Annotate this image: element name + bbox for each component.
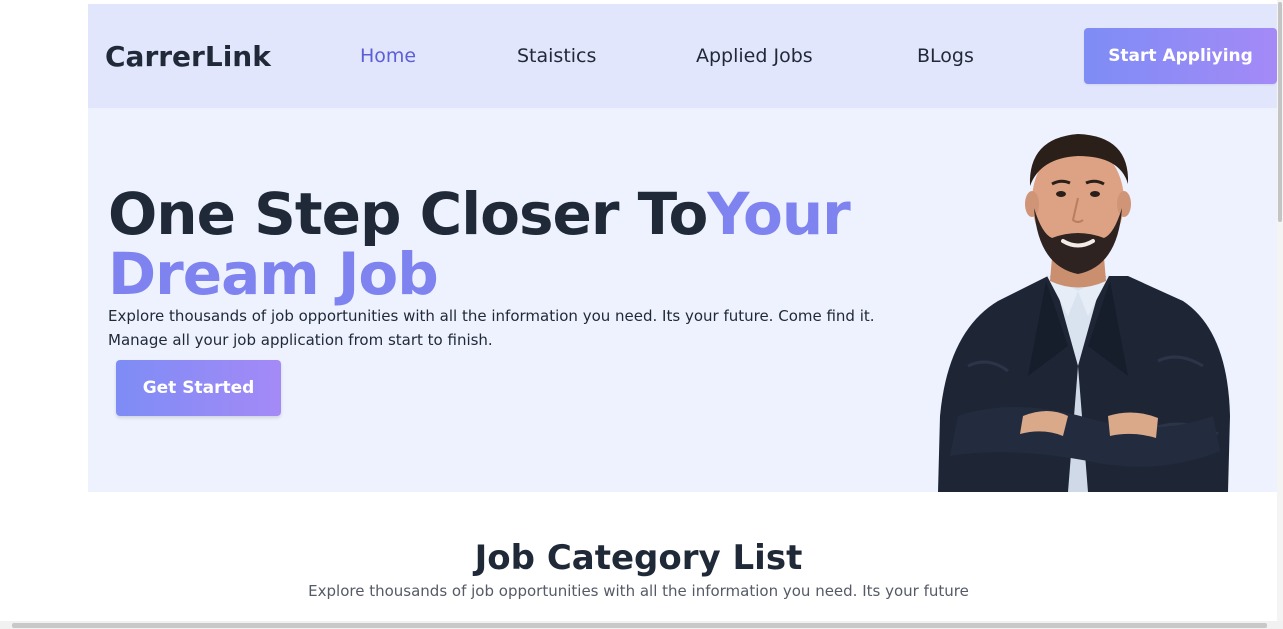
nav-link-statistics[interactable]: Staistics [517,45,596,67]
hero-description-line1: Explore thousands of job opportunities w… [108,307,875,325]
hero-description-line2: Manage all your job application from sta… [108,331,493,349]
nav-link-applied-jobs[interactable]: Applied Jobs [696,45,813,67]
navbar: CarrerLink Home Staistics Applied Jobs B… [88,4,1279,108]
hero-person-image [938,134,1230,492]
horizontal-scrollbar[interactable] [0,621,1283,629]
hero-description: Explore thousands of job opportunities w… [108,304,928,352]
hero-title: One Step Closer ToYour Dream Job [108,184,868,304]
hero-section: One Step Closer ToYour Dream Job Explore… [88,108,1279,492]
vertical-scrollbar[interactable] [1277,0,1283,621]
page: CarrerLink Home Staistics Applied Jobs B… [0,0,1283,629]
start-applying-button[interactable]: Start Appliying [1084,28,1277,84]
brand-logo[interactable]: CarrerLink [105,40,271,73]
job-category-subtitle: Explore thousands of job opportunities w… [308,582,969,600]
nav-link-blogs[interactable]: BLogs [917,45,974,67]
get-started-button[interactable]: Get Started [116,360,281,416]
horizontal-scrollbar-thumb[interactable] [12,623,1267,628]
hero-title-dark: One Step Closer To [108,180,708,248]
nav-link-home[interactable]: Home [360,45,416,67]
job-category-title: Job Category List [474,538,803,578]
vertical-scrollbar-thumb[interactable] [1278,2,1282,222]
